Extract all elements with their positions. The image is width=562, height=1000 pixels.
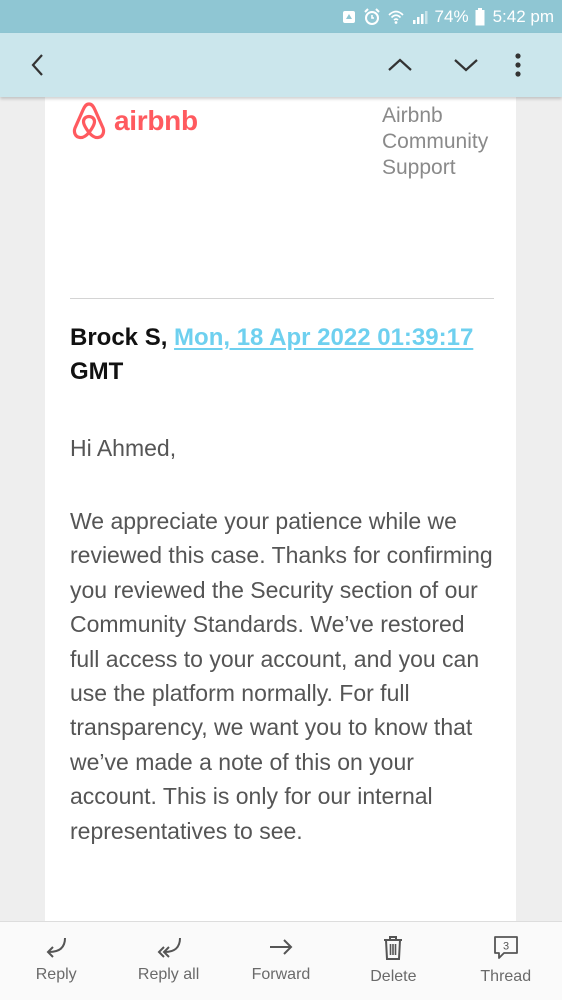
reply-all-button[interactable]: Reply all bbox=[119, 922, 219, 984]
previous-email-button[interactable] bbox=[374, 33, 426, 97]
chevron-down-icon bbox=[454, 59, 478, 72]
thread-button[interactable]: 3 Thread bbox=[456, 922, 556, 986]
reply-button[interactable]: Reply bbox=[6, 922, 106, 984]
thread-icon: 3 bbox=[493, 936, 518, 959]
reply-icon bbox=[46, 937, 67, 958]
more-vert-icon bbox=[515, 53, 521, 77]
battery-percent: 74% bbox=[434, 6, 469, 26]
sender-name: Airbnb Community Support bbox=[382, 104, 489, 179]
delete-button[interactable]: Delete bbox=[343, 922, 443, 986]
reply-label: Reply bbox=[35, 966, 77, 983]
app-bar bbox=[0, 33, 562, 97]
signal-icon bbox=[411, 9, 429, 25]
chevron-up-icon bbox=[388, 58, 412, 71]
forward-label: Forward bbox=[251, 966, 311, 983]
back-arrow-icon bbox=[31, 54, 43, 76]
message-date-link[interactable]: Mon, 18 Apr 2022 01:39:17 bbox=[174, 324, 473, 351]
clock: 5:42 pm bbox=[492, 6, 554, 26]
delete-label: Delete bbox=[370, 968, 417, 985]
timezone: GMT bbox=[70, 358, 124, 385]
airbnb-belo-icon bbox=[72, 102, 106, 140]
notification-icon bbox=[341, 9, 357, 25]
status-bar: 74% 5:42 pm bbox=[0, 0, 562, 33]
greeting: Hi Ahmed, bbox=[70, 435, 177, 461]
reply-all-icon bbox=[157, 937, 181, 958]
thread-label: Thread bbox=[480, 968, 532, 985]
more-options-button[interactable] bbox=[500, 33, 536, 97]
bottom-action-bar: Reply Reply all Forward Delete 3 Thread bbox=[0, 921, 562, 1000]
airbnb-logo: airbnb bbox=[70, 100, 198, 142]
back-button[interactable] bbox=[14, 33, 62, 97]
reply-all-label: Reply all bbox=[137, 966, 200, 983]
forward-arrow-icon bbox=[269, 939, 293, 955]
battery-icon bbox=[475, 7, 485, 26]
wifi-icon bbox=[387, 8, 405, 26]
message-body: We appreciate your patience while we rev… bbox=[70, 508, 493, 844]
forward-button[interactable]: Forward bbox=[231, 922, 331, 984]
brand-wordmark: airbnb bbox=[114, 105, 198, 136]
alarm-icon bbox=[363, 7, 381, 26]
message-header: Brock S, Mon, 18 Apr 2022 01:39:17 GMT bbox=[70, 321, 510, 389]
author-name: Brock S, bbox=[70, 324, 168, 351]
divider bbox=[70, 298, 494, 299]
trash-icon bbox=[384, 936, 403, 960]
thread-count: 3 bbox=[503, 941, 509, 953]
email-body-panel: airbnb Airbnb Community Support Brock S,… bbox=[45, 97, 516, 923]
next-email-button[interactable] bbox=[440, 33, 492, 97]
